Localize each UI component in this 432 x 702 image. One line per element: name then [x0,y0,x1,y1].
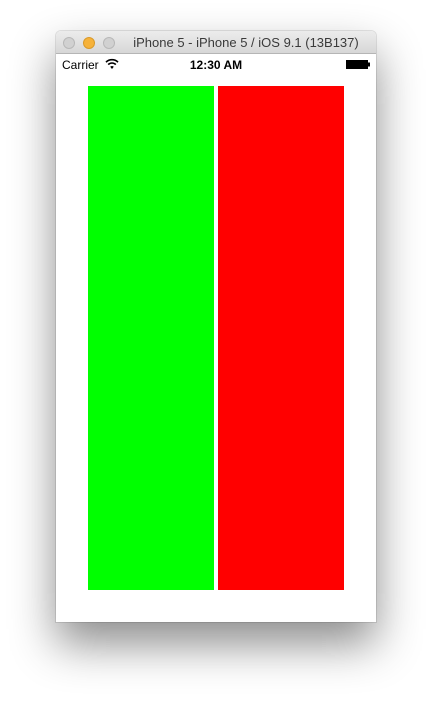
red-panel [218,86,344,590]
simulator-window: iPhone 5 - iPhone 5 / iOS 9.1 (13B137) C… [56,31,376,622]
minimize-button[interactable] [83,37,95,49]
close-button[interactable] [63,37,75,49]
status-bar: Carrier 12:30 AM [56,54,376,74]
battery-icon [346,60,370,69]
title-bar[interactable]: iPhone 5 - iPhone 5 / iOS 9.1 (13B137) [56,31,376,54]
zoom-button[interactable] [103,37,115,49]
clock: 12:30 AM [189,58,243,72]
window-title: iPhone 5 - iPhone 5 / iOS 9.1 (13B137) [133,35,359,50]
green-panel [88,86,214,590]
